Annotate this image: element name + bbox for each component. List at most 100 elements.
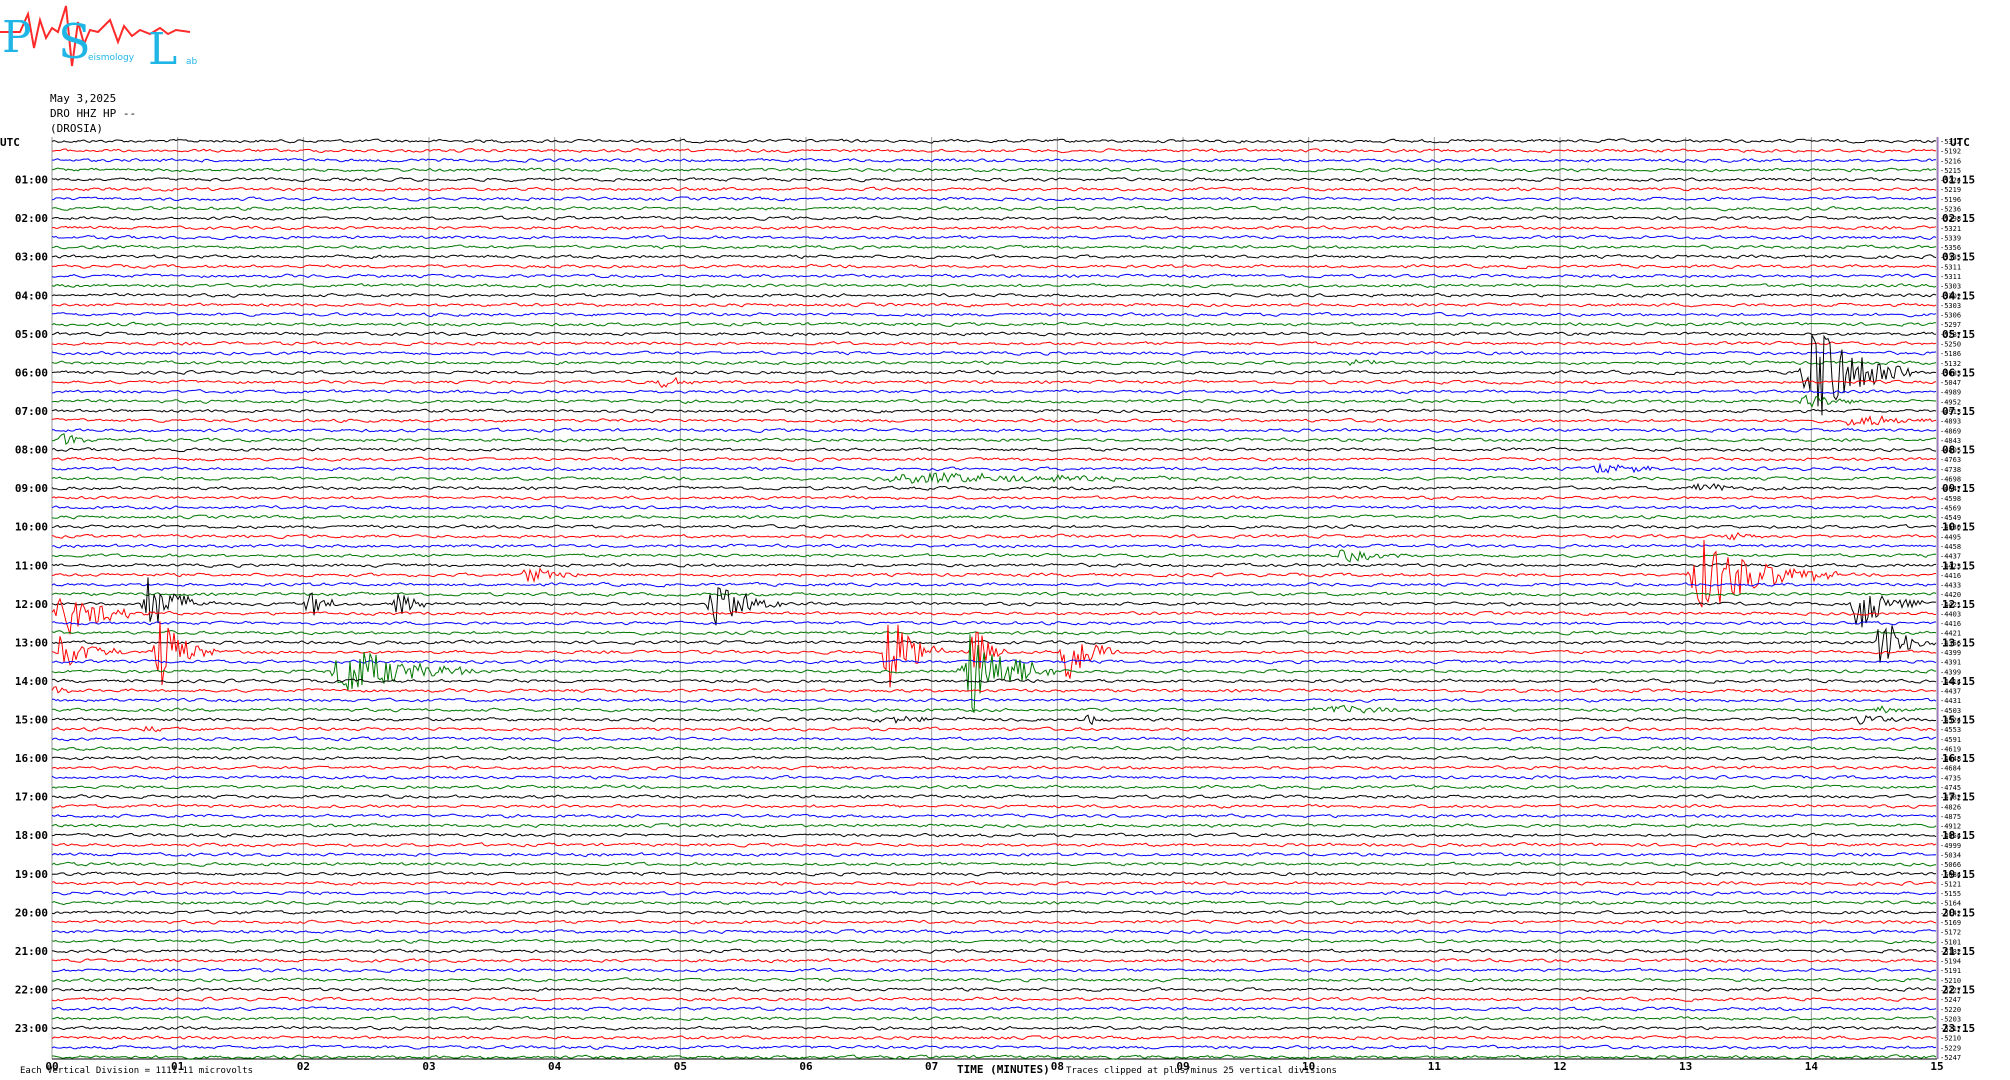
seismic-trace xyxy=(51,414,1937,427)
trace-offset-label: -5191 xyxy=(1940,967,1961,975)
seismic-trace xyxy=(51,1044,1937,1050)
trace-offset-label: -5311 xyxy=(1940,263,1961,271)
seismic-trace xyxy=(51,678,1937,684)
hour-label-right: 18:15 xyxy=(1942,829,1975,842)
seismic-trace xyxy=(52,427,1937,434)
trace-offset-label: -4735 xyxy=(1940,774,1961,782)
hour-label-left: 13:00 xyxy=(15,636,48,649)
hour-label-left: 20:00 xyxy=(15,906,48,919)
trace-offset-label: -5311 xyxy=(1940,273,1961,281)
trace-offset-label: -5210 xyxy=(1940,1035,1961,1043)
seismic-trace xyxy=(51,244,1937,250)
seismic-trace xyxy=(51,625,1937,663)
trace-offset-label: -4416 xyxy=(1940,620,1961,628)
seismic-trace xyxy=(51,433,1937,446)
trace-offset-label: -4989 xyxy=(1940,389,1961,397)
seismic-trace xyxy=(51,263,1937,270)
seismic-traces xyxy=(51,138,1937,1060)
scale-note: Each Vertical Division = 1111.11 microvo… xyxy=(20,1066,253,1076)
hour-label-right: 09:15 xyxy=(1942,482,1975,495)
x-tick-label: 05 xyxy=(674,1060,687,1073)
seismic-trace xyxy=(51,350,1937,356)
seismic-trace xyxy=(51,196,1936,202)
seismic-trace xyxy=(51,138,1937,144)
trace-offset-label: -4569 xyxy=(1940,504,1961,512)
hour-label-right: 21:15 xyxy=(1942,945,1975,958)
hour-label-left: 15:00 xyxy=(15,714,48,727)
trace-offset-label: -5247 xyxy=(1940,1054,1961,1062)
hour-label-left: 04:00 xyxy=(15,289,48,302)
seismic-trace xyxy=(51,394,1937,408)
trace-offset-label: -5219 xyxy=(1940,186,1961,194)
hour-label-left: 12:00 xyxy=(15,598,48,611)
x-tick-label: 14 xyxy=(1805,1060,1819,1073)
hour-label-left: 22:00 xyxy=(15,984,48,997)
seismic-trace xyxy=(51,1015,1937,1021)
seismic-trace xyxy=(51,358,1937,366)
seismic-trace xyxy=(51,205,1937,212)
x-tick-label: 08 xyxy=(1051,1060,1064,1073)
trace-offset-label: -5186 xyxy=(1940,350,1961,358)
seismic-trace xyxy=(51,842,1937,848)
hour-label-left: 03:00 xyxy=(15,251,48,264)
seismic-trace xyxy=(51,282,1937,289)
seismic-trace xyxy=(51,890,1937,896)
trace-offset-label: -4399 xyxy=(1940,649,1961,657)
seismic-trace xyxy=(51,919,1937,925)
hour-label-right: 02:15 xyxy=(1942,212,1975,225)
hour-label-left: 17:00 xyxy=(15,791,48,804)
trace-offset-label: -5216 xyxy=(1940,157,1961,165)
seismic-trace xyxy=(51,967,1936,973)
seismic-trace xyxy=(51,620,1937,626)
hour-label-right: 20:15 xyxy=(1942,906,1975,919)
x-tick-label: 02 xyxy=(297,1060,310,1073)
trace-offset-label: -5220 xyxy=(1940,1006,1961,1014)
seismic-trace xyxy=(51,543,1937,549)
hour-label-left: 06:00 xyxy=(15,366,48,379)
seismic-trace xyxy=(51,186,1937,192)
seismic-trace xyxy=(52,148,1936,154)
x-tick-label: 06 xyxy=(799,1060,813,1073)
trace-offset-label: -5321 xyxy=(1940,225,1961,233)
hour-label-right: 07:15 xyxy=(1942,405,1975,418)
hour-label-left: 18:00 xyxy=(15,829,48,842)
x-tick-label: 12 xyxy=(1553,1060,1566,1073)
trace-offset-label: -4598 xyxy=(1940,495,1961,503)
trace-offset-label: -5250 xyxy=(1940,340,1961,348)
seismic-trace xyxy=(51,532,1937,541)
seismic-trace xyxy=(51,456,1937,462)
seismic-trace xyxy=(51,793,1937,800)
seismic-trace xyxy=(51,803,1937,809)
trace-offset-label: -5034 xyxy=(1940,852,1961,860)
trace-offset-label: -5169 xyxy=(1940,919,1961,927)
seismic-trace xyxy=(51,331,1937,337)
seismic-trace xyxy=(51,880,1936,886)
seismic-trace xyxy=(51,408,1937,414)
seismic-trace xyxy=(51,986,1937,992)
seismic-trace xyxy=(51,725,1937,733)
hour-label-left: 10:00 xyxy=(15,521,48,534)
trace-offset-label: -4684 xyxy=(1940,765,1961,773)
trace-offset-label: -4403 xyxy=(1940,610,1961,618)
seismic-trace xyxy=(51,524,1937,530)
seismic-trace xyxy=(51,755,1937,761)
hour-label-right: 05:15 xyxy=(1942,328,1975,341)
seismic-trace xyxy=(51,765,1937,771)
hour-label-right: 08:15 xyxy=(1942,444,1975,457)
trace-offset-label: -5247 xyxy=(1940,996,1961,1004)
hour-label-left: 01:00 xyxy=(15,174,48,187)
seismic-trace xyxy=(51,714,1937,726)
seismic-trace xyxy=(51,1035,1937,1041)
seismic-trace xyxy=(52,929,1937,935)
seismic-trace xyxy=(51,340,1937,347)
hour-label-right: 14:15 xyxy=(1942,675,1975,688)
trace-offset-label: -4458 xyxy=(1940,543,1961,551)
trace-offset-label: -4495 xyxy=(1940,533,1961,541)
seismic-trace xyxy=(51,977,1937,983)
seismic-trace xyxy=(52,659,1937,665)
seismic-trace xyxy=(51,157,1937,163)
clip-note: Traces clipped at plus/minus 25 vertical… xyxy=(1066,1066,1337,1076)
hour-label-left: 09:00 xyxy=(15,482,48,495)
utc-left-label: UTC xyxy=(0,136,20,149)
hour-label-right: 19:15 xyxy=(1942,868,1975,881)
